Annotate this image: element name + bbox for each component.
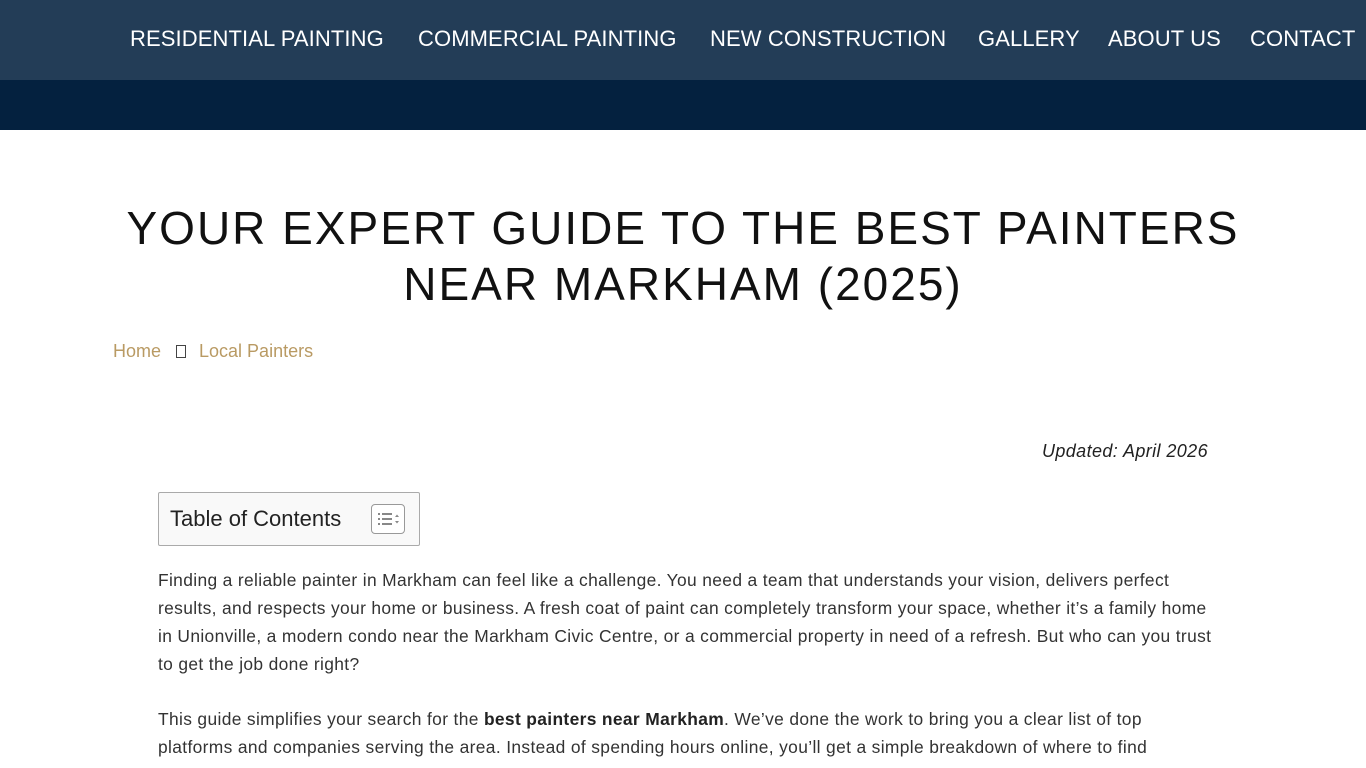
nav-residential-painting[interactable]: RESIDENTIAL PAINTING <box>130 24 384 54</box>
header-sub-bar <box>0 80 1366 130</box>
breadcrumb: Home Local Painters <box>113 339 313 363</box>
intro-paragraph: Finding a reliable painter in Markham ca… <box>158 570 1212 674</box>
guide-paragraph-text-start: This guide simplifies your search for th… <box>158 709 484 729</box>
page-title: YOUR EXPERT GUIDE TO THE BEST PAINTERS N… <box>0 200 1366 312</box>
toc-toggle-button[interactable] <box>371 504 405 534</box>
breadcrumb-separator-icon <box>176 345 187 358</box>
top-navigation: RESIDENTIAL PAINTING COMMERCIAL PAINTING… <box>0 0 1366 80</box>
page-title-line-1: YOUR EXPERT GUIDE TO THE BEST PAINTERS <box>126 202 1240 254</box>
nav-about-us[interactable]: ABOUT US <box>1108 24 1221 54</box>
guide-paragraph: This guide simplifies your search for th… <box>158 705 1213 761</box>
nav-gallery[interactable]: GALLERY <box>978 24 1080 54</box>
toc-title: Table of Contents <box>170 506 342 531</box>
page-title-line-2: NEAR MARKHAM (2025) <box>403 258 963 310</box>
updated-date: Updated: April 2026 <box>1041 441 1208 461</box>
guide-paragraph-bold: best painters near Markham <box>483 709 725 729</box>
breadcrumb-home-link[interactable]: Home <box>113 341 161 361</box>
table-of-contents: Table of Contents <box>158 492 420 546</box>
nav-new-construction[interactable]: NEW CONSTRUCTION <box>710 24 946 54</box>
nav-contact[interactable]: CONTACT <box>1250 24 1355 54</box>
breadcrumb-local-painters-link[interactable]: Local Painters <box>199 341 313 361</box>
nav-commercial-painting[interactable]: COMMERCIAL PAINTING <box>418 24 677 54</box>
list-toggle-icon <box>378 513 399 525</box>
